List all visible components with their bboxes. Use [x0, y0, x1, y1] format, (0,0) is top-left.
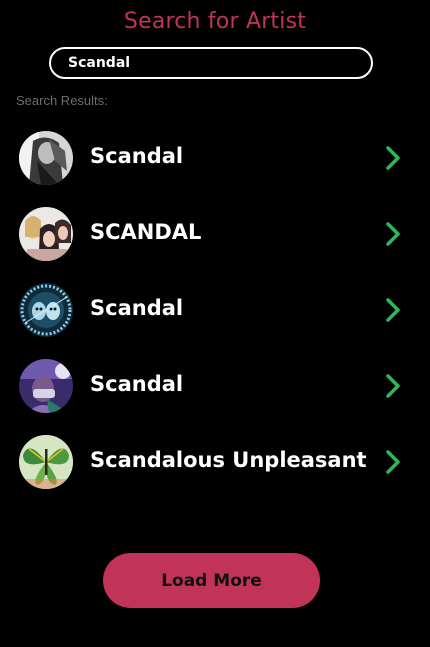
chevron-right-icon[interactable]	[384, 449, 402, 475]
search-box[interactable]	[49, 47, 373, 79]
chevron-right-icon[interactable]	[384, 373, 402, 399]
result-item[interactable]: SCANDAL	[0, 196, 430, 272]
result-item[interactable]: Scandal	[0, 272, 430, 348]
artist-avatar	[19, 131, 73, 185]
load-more-button[interactable]: Load More	[103, 553, 320, 608]
artist-avatar	[19, 435, 73, 489]
result-item[interactable]: Scandal	[0, 348, 430, 424]
artist-avatar	[19, 207, 73, 261]
artist-avatar	[19, 283, 73, 337]
result-list: Scandal SCANDAL Scandal Scandal Scandalo…	[0, 120, 430, 500]
artist-name: SCANDAL	[90, 220, 202, 244]
artist-name: Scandal	[90, 296, 184, 320]
search-input[interactable]	[51, 49, 358, 77]
artist-name: Scandal	[90, 144, 184, 168]
artist-name: Scandal	[90, 372, 184, 396]
artist-avatar	[19, 359, 73, 413]
chevron-right-icon[interactable]	[384, 145, 402, 171]
result-item[interactable]: Scandalous Unpleasant	[0, 424, 430, 500]
page-title: Search for Artist	[123, 9, 307, 34]
chevron-right-icon[interactable]	[384, 221, 402, 247]
chevron-right-icon[interactable]	[384, 297, 402, 323]
artist-name: Scandalous Unpleasant	[90, 448, 367, 472]
results-label: Search Results:	[16, 93, 108, 108]
result-item[interactable]: Scandal	[0, 120, 430, 196]
